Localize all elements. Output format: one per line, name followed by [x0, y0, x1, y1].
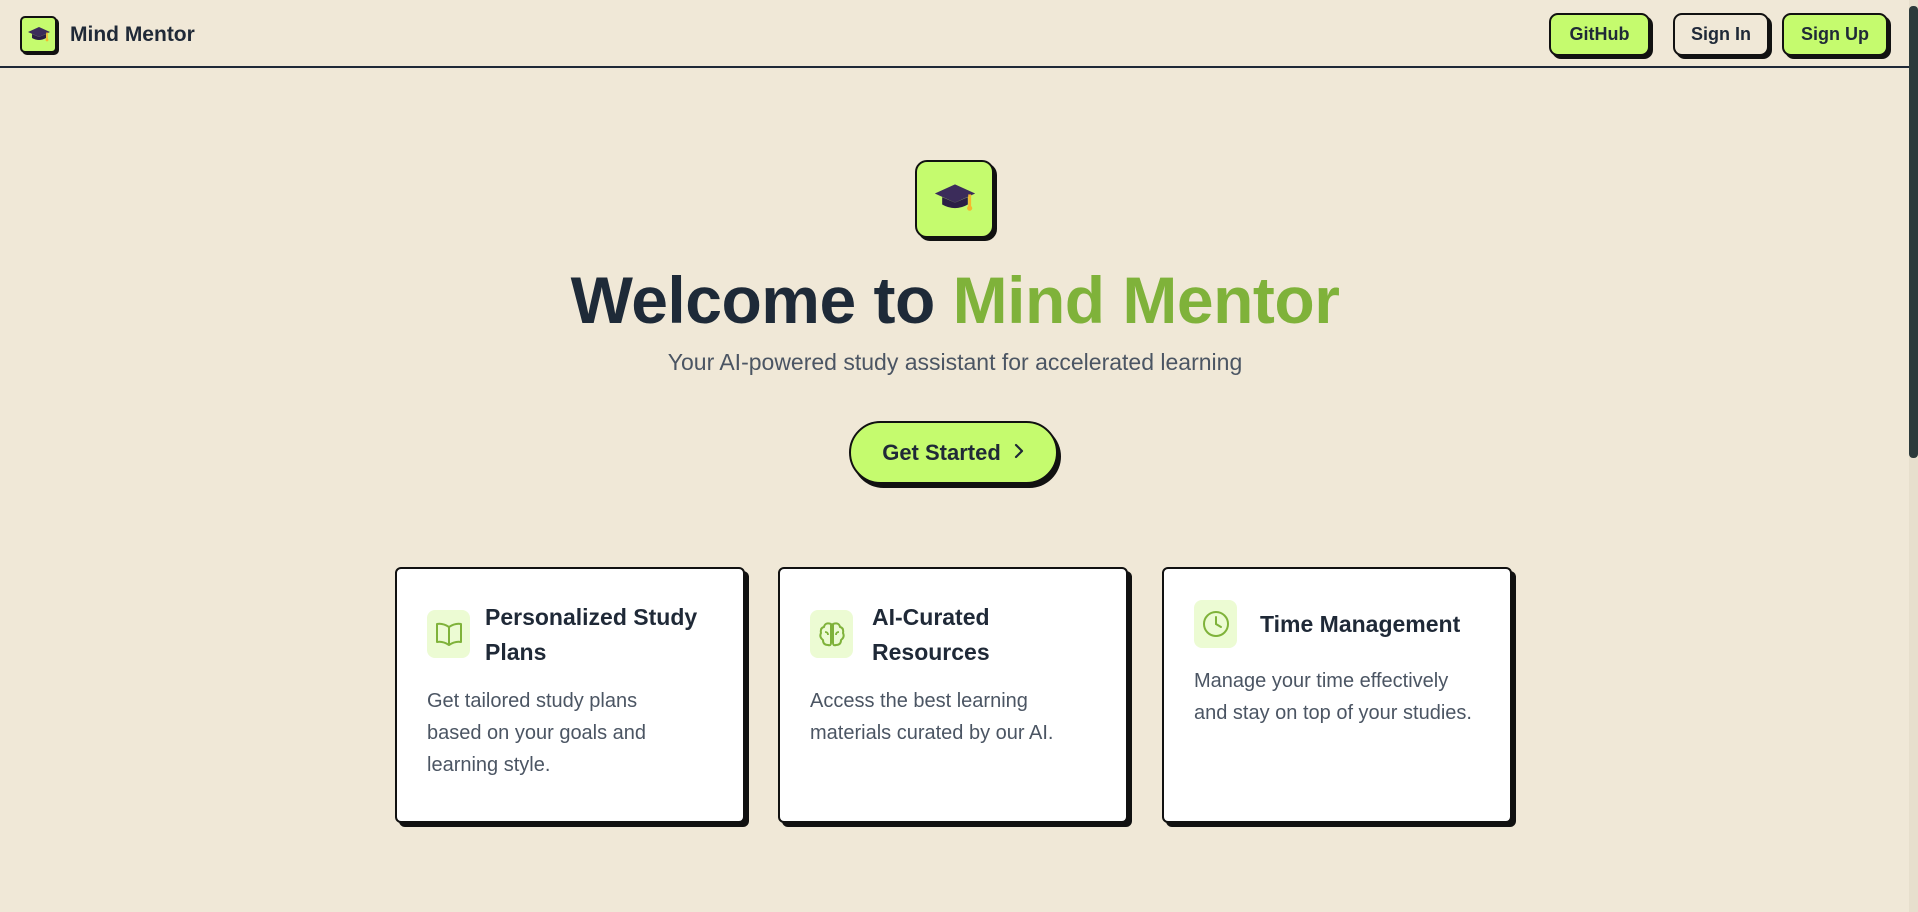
feature-title: Time Management: [1260, 611, 1461, 637]
chevron-right-icon: [1013, 440, 1025, 466]
clock-icon: [1194, 600, 1237, 648]
brand-name[interactable]: Mind Mentor: [70, 23, 195, 47]
feature-card-time-management: Time Management Manage your time effecti…: [1162, 567, 1512, 823]
feature-description: Manage your time effectively and stay on…: [1194, 670, 1472, 724]
sign-up-button[interactable]: Sign Up: [1782, 13, 1888, 56]
graduation-cap-logo-icon[interactable]: [20, 16, 57, 53]
get-started-button[interactable]: Get Started: [849, 421, 1058, 484]
sign-in-button[interactable]: Sign In: [1673, 13, 1769, 56]
feature-title: AI-Curated Resources: [872, 604, 990, 665]
brain-icon: [810, 610, 853, 658]
book-open-icon: [427, 610, 470, 658]
hero-subtitle: Your AI-powered study assistant for acce…: [667, 349, 1243, 375]
scrollbar-thumb[interactable]: [1909, 6, 1918, 458]
page-title: Welcome to Mind Mentor: [0, 262, 1910, 338]
scrollbar-track[interactable]: [1909, 0, 1918, 912]
top-navbar: Mind Mentor GitHub Sign In Sign Up: [0, 0, 1918, 68]
get-started-label: Get Started: [882, 439, 1001, 465]
feature-card-study-plans: Personalized Study Plans Get tailored st…: [395, 567, 745, 823]
feature-description: Access the best learning materials curat…: [810, 690, 1054, 744]
feature-card-resources: AI-Curated Resources Access the best lea…: [778, 567, 1128, 823]
graduation-cap-icon: [915, 160, 994, 238]
title-prefix: Welcome to: [570, 263, 953, 337]
title-accent: Mind Mentor: [952, 263, 1340, 337]
feature-title: Personalized Study Plans: [485, 604, 698, 665]
github-button[interactable]: GitHub: [1549, 13, 1650, 56]
feature-description: Get tailored study plans based on your g…: [427, 690, 647, 776]
